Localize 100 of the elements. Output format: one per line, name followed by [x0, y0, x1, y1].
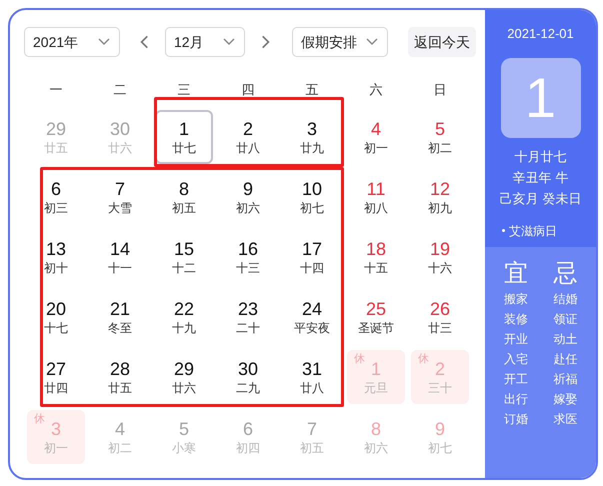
lunar-date: 初三: [44, 200, 68, 216]
date-number: 3: [306, 118, 317, 140]
date-cell[interactable]: 5 初二: [411, 110, 469, 164]
lunar-date: 初六: [236, 200, 260, 216]
weekday-label: 一: [50, 81, 62, 100]
date-number: 10: [302, 178, 322, 200]
weekday-label: 六: [370, 81, 382, 100]
date-cell[interactable]: 30 二九: [219, 350, 277, 404]
date-number: 19: [430, 238, 450, 260]
almanac-item: 订婚: [504, 411, 528, 428]
date-cell[interactable]: 29 廿六: [155, 350, 213, 404]
date-cell[interactable]: 12 初九: [411, 170, 469, 224]
date-cell[interactable]: 16 十三: [219, 230, 277, 284]
date-cell[interactable]: 2 廿八: [219, 110, 277, 164]
almanac-title: 宜: [504, 259, 528, 289]
date-cell[interactable]: 4 初一: [347, 110, 405, 164]
lunar-date: 廿七: [172, 140, 196, 156]
lunar-date: 廿八: [300, 380, 324, 396]
date-cell[interactable]: 27 廿四: [27, 350, 85, 404]
date-number: 9: [242, 178, 253, 200]
lunar-date: 初十: [44, 260, 68, 276]
lunar-date: 大雪: [108, 200, 132, 216]
date-cell[interactable]: 7 大雪: [91, 170, 149, 224]
date-cell[interactable]: 24 平安夜: [283, 290, 341, 344]
lunar-date: 廿九: [300, 140, 324, 156]
date-cell[interactable]: 6 初三: [27, 170, 85, 224]
date-cell[interactable]: 11 初八: [347, 170, 405, 224]
festival-label: 艾滋病日: [509, 222, 557, 240]
almanac-title: 忌: [553, 259, 578, 289]
lunar-date: 廿五: [108, 380, 132, 396]
selected-date: 2021-12-01: [507, 25, 574, 43]
date-cell[interactable]: 15 十二: [155, 230, 213, 284]
date-cell[interactable]: 22 十九: [155, 290, 213, 344]
back-to-today-button[interactable]: 返回今天: [408, 27, 476, 57]
lunar-date: 廿六: [172, 380, 196, 396]
date-cell[interactable]: 17 十四: [283, 230, 341, 284]
lunar-date: 初八: [364, 200, 388, 216]
lunar-date: 十四: [300, 260, 324, 276]
date-number: 27: [46, 358, 66, 380]
lunar-date: 三十: [428, 380, 452, 396]
date-cell[interactable]: 14 十一: [91, 230, 149, 284]
date-number: 14: [110, 238, 130, 260]
almanac-item: 祈福: [553, 371, 578, 388]
date-number: 13: [46, 238, 66, 260]
lunar-date: 初二: [108, 440, 132, 456]
lunar-date: 初四: [236, 440, 260, 456]
date-cell[interactable]: 20 十七: [27, 290, 85, 344]
lunar-date: 十五: [364, 260, 388, 276]
lunar-date: 圣诞节: [358, 320, 394, 336]
dropdown-select[interactable]: 2021年: [24, 27, 120, 57]
date-number: 2: [434, 358, 445, 380]
lunar-date: 平安夜: [294, 320, 330, 336]
date-number: 5: [178, 418, 189, 440]
date-cell[interactable]: 31 廿八: [283, 350, 341, 404]
date-cell[interactable]: 1 廿七: [155, 110, 213, 164]
date-cell[interactable]: 3 廿九: [283, 110, 341, 164]
lunar-info: 辛丑年 牛: [512, 168, 568, 186]
almanac-item: 开业: [504, 331, 528, 348]
dropdown-select[interactable]: 12月: [165, 27, 245, 57]
date-cell[interactable]: 25 圣诞节: [347, 290, 405, 344]
almanac-item: 入宅: [504, 351, 528, 368]
date-cell[interactable]: 28 廿五: [91, 350, 149, 404]
lunar-date: 初七: [300, 200, 324, 216]
lunar-date: 廿三: [428, 320, 452, 336]
almanac-item: 嫁娶: [553, 391, 578, 408]
almanac-item: 装修: [504, 311, 528, 328]
date-number: 26: [430, 298, 450, 320]
date-cell[interactable]: 13 初十: [27, 230, 85, 284]
date-cell[interactable]: 8 初五: [155, 170, 213, 224]
date-cell[interactable]: 9 初六: [219, 170, 277, 224]
date-number: 5: [434, 118, 445, 140]
date-cell[interactable]: 23 二十: [219, 290, 277, 344]
date-number: 29: [46, 118, 66, 140]
dropdown-select[interactable]: 假期安排: [292, 27, 388, 57]
date-number: 11: [366, 178, 386, 200]
lunar-date: 初一: [364, 140, 388, 156]
date-cell[interactable]: 26 廿三: [411, 290, 469, 344]
almanac-item: 开工: [504, 371, 528, 388]
lunar-date: 初一: [44, 440, 68, 456]
almanac-item: 赴任: [553, 351, 578, 368]
date-cell[interactable]: 10 初七: [283, 170, 341, 224]
date-number: 6: [242, 418, 253, 440]
date-number: 6: [50, 178, 61, 200]
date-number: 29: [174, 358, 194, 380]
date-number: 28: [110, 358, 130, 380]
date-number: 3: [50, 418, 61, 440]
date-number: 30: [110, 118, 130, 140]
date-cell[interactable]: 21 冬至: [91, 290, 149, 344]
lunar-date: 十一: [108, 260, 132, 276]
almanac-item: 动土: [553, 331, 578, 348]
date-number: 1: [370, 358, 381, 380]
date-number: 12: [430, 178, 450, 200]
date-cell[interactable]: 19 十六: [411, 230, 469, 284]
date-number: 25: [366, 298, 386, 320]
date-number: 16: [238, 238, 258, 260]
lunar-date: 初五: [300, 440, 324, 456]
lunar-date: 初五: [172, 200, 196, 216]
date-cell[interactable]: 18 十五: [347, 230, 405, 284]
almanac-item: 出行: [504, 391, 528, 408]
weekday-label: 二: [114, 81, 126, 100]
